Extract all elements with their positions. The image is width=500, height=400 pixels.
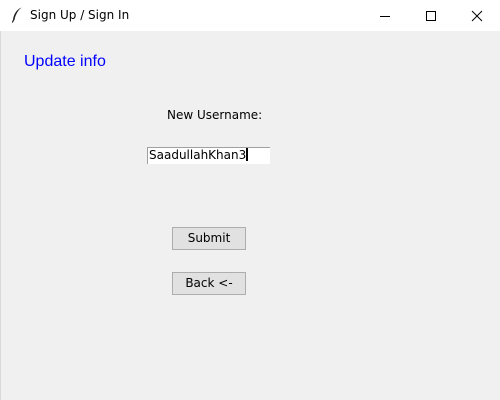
back-button[interactable]: Back <- <box>172 272 246 295</box>
close-button[interactable] <box>454 0 500 31</box>
app-window: Sign Up / Sign In Update info New Userna… <box>0 0 500 400</box>
username-input-value: SaadullahKhan3 <box>149 148 247 162</box>
username-input[interactable]: SaadullahKhan3 <box>147 147 270 164</box>
maximize-button[interactable] <box>408 0 454 31</box>
window-title: Sign Up / Sign In <box>30 8 130 22</box>
page-heading: Update info <box>24 53 106 70</box>
feather-icon <box>10 7 24 23</box>
text-cursor <box>246 148 249 161</box>
window-left-border <box>0 31 1 400</box>
submit-button[interactable]: Submit <box>172 227 246 250</box>
title-bar[interactable]: Sign Up / Sign In <box>0 0 500 31</box>
username-label: New Username: <box>167 108 263 122</box>
minimize-button[interactable] <box>362 0 408 31</box>
